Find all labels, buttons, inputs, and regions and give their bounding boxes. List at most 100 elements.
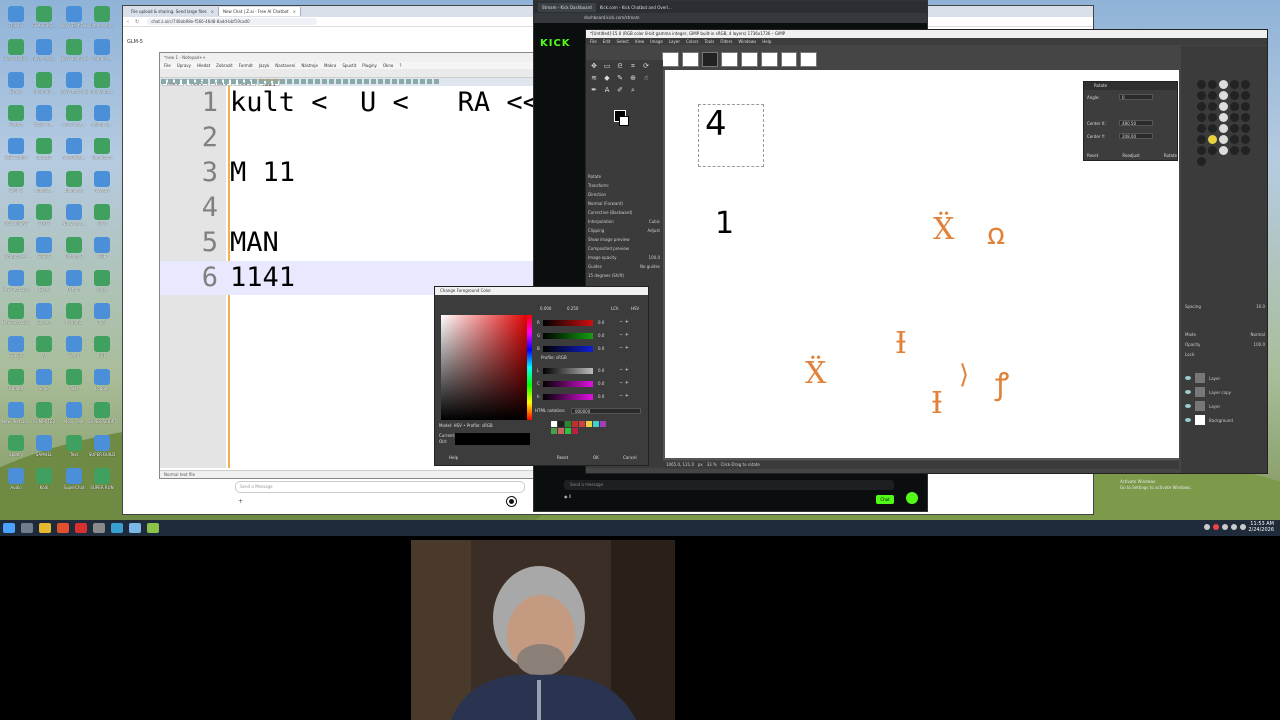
toolbar-button-icon[interactable]: [392, 79, 397, 84]
browser-tab-active[interactable]: New Chat | Z.ai - Free AI Chatbot ×: [218, 7, 301, 16]
brush-preset[interactable]: [1241, 124, 1250, 133]
brush-preset[interactable]: [1230, 113, 1239, 122]
brush-preset[interactable]: [1230, 80, 1239, 89]
angle-field[interactable]: 0: [1119, 94, 1153, 100]
mode-select[interactable]: Normal: [1251, 332, 1265, 337]
hex-input[interactable]: 000000: [571, 408, 641, 414]
toolbar-button-icon[interactable]: [280, 79, 285, 84]
menu-item[interactable]: Zobrazit: [216, 63, 233, 68]
desktop-shortcut[interactable]: Nový Text Dokument: [60, 6, 88, 28]
background-color[interactable]: [619, 116, 629, 126]
attach-plus-button[interactable]: +: [238, 498, 243, 505]
path-icon[interactable]: ✒: [589, 86, 599, 95]
desktop-shortcut[interactable]: novy_text_jako...: [60, 72, 88, 94]
toolbar-button-icon[interactable]: [252, 79, 257, 84]
gimp-menu-item[interactable]: Image: [650, 39, 663, 44]
channel-slider[interactable]: [543, 346, 593, 352]
history-swatch[interactable]: [551, 421, 557, 427]
desktop-shortcut[interactable]: DOCUMENT: [2, 204, 30, 226]
desktop-shortcut[interactable]: SPECS: [30, 237, 58, 259]
desktop-shortcut[interactable]: SUPER SCRIPT: [88, 402, 116, 424]
kick-logo[interactable]: KICK: [540, 38, 571, 49]
image-thumb[interactable]: [780, 52, 798, 67]
kick-chat-button[interactable]: Chat: [876, 495, 894, 504]
center-x-field[interactable]: 480.50: [1119, 120, 1153, 126]
interpolation-select[interactable]: Cubic: [649, 217, 660, 226]
toolbar-button-icon[interactable]: [336, 79, 341, 84]
gimp-menu-item[interactable]: Tools: [705, 39, 715, 44]
editor-line[interactable]: 5 MAN: [160, 226, 588, 260]
composited-checkbox[interactable]: Composited preview: [588, 244, 660, 253]
channel-value[interactable]: 0.0: [598, 320, 604, 325]
zoom-icon[interactable]: ⌕: [628, 86, 638, 95]
desktop-shortcut[interactable]: pdfsplit...: [30, 171, 58, 193]
toolbar-button-icon[interactable]: [301, 79, 306, 84]
desktop-shortcut[interactable]: Firefox: [2, 105, 30, 127]
toolbar-button-icon[interactable]: [385, 79, 390, 84]
tab-hsv[interactable]: HSV: [631, 306, 639, 311]
gimp-menu-item[interactable]: File: [590, 39, 597, 44]
center-y-field[interactable]: 208.00: [1119, 133, 1153, 139]
python-icon[interactable]: [111, 523, 123, 533]
desktop-shortcut[interactable]: Kodi: [30, 468, 58, 490]
menu-item[interactable]: Formát: [239, 63, 253, 68]
toolbar-button-icon[interactable]: [399, 79, 404, 84]
gimp-menu-item[interactable]: Filters: [720, 39, 732, 44]
layer-row[interactable]: Layer: [1185, 371, 1265, 385]
stepper-icon[interactable]: − +: [619, 393, 629, 399]
desktop-shortcut[interactable]: Python 3: [60, 237, 88, 259]
brush-preset[interactable]: [1219, 113, 1228, 122]
address-bar[interactable]: chat.z.ai/c/748ab98e-f566-46d8-8add-bbf1…: [147, 18, 318, 25]
rect-select-icon[interactable]: ▭: [602, 62, 612, 71]
desktop-shortcut[interactable]: Bandicam: [88, 138, 116, 160]
brush-preset[interactable]: [1208, 135, 1217, 144]
desktop-shortcut[interactable]: New Text Docume...: [2, 270, 30, 292]
hue-strip[interactable]: [527, 315, 532, 420]
gimp-menu-item[interactable]: Help: [762, 39, 771, 44]
toolbar-button-icon[interactable]: [175, 79, 180, 84]
desktop-shortcut[interactable]: SUPER: [2, 336, 30, 358]
menu-item[interactable]: ?: [399, 63, 401, 68]
reload-icon[interactable]: ↻: [135, 19, 139, 25]
brush-preset[interactable]: [1241, 135, 1250, 144]
toolbar-button-icon[interactable]: [210, 79, 215, 84]
history-swatch[interactable]: [558, 421, 564, 427]
desktop-shortcut[interactable]: prekladac...: [88, 72, 116, 94]
toolbar-button-icon[interactable]: [245, 79, 250, 84]
toolbar-button-icon[interactable]: [329, 79, 334, 84]
desktop-shortcut[interactable]: PDF: [88, 336, 116, 358]
desktop-shortcut[interactable]: neimg_d...: [88, 105, 116, 127]
brush-preset[interactable]: [1208, 113, 1217, 122]
toolbar-button-icon[interactable]: [231, 79, 236, 84]
toolbar-button-icon[interactable]: [217, 79, 222, 84]
pencil-icon[interactable]: ✎: [615, 74, 625, 83]
toolbar-button-icon[interactable]: [434, 79, 439, 84]
chat-input[interactable]: Send a Message: [235, 481, 525, 493]
image-thumb[interactable]: [800, 52, 817, 67]
toolbar-button-icon[interactable]: [189, 79, 194, 84]
gimp-menu-item[interactable]: View: [635, 39, 645, 44]
desktop-shortcut[interactable]: Screen: [30, 303, 58, 325]
desktop-shortcut[interactable]: novyTekst...: [60, 138, 88, 160]
toolbar-button-icon[interactable]: [168, 79, 173, 84]
ok-button[interactable]: OK: [593, 455, 599, 460]
channel-slider[interactable]: [543, 394, 593, 400]
help-button[interactable]: Help: [449, 455, 458, 460]
desktop-shortcut[interactable]: novy text...: [60, 105, 88, 127]
toolbar-button-icon[interactable]: [406, 79, 411, 84]
desktop-shortcut[interactable]: Text: [60, 435, 88, 457]
channel-value[interactable]: 0.0: [598, 394, 604, 399]
channel-value[interactable]: 0.0: [598, 333, 604, 338]
opacity-field[interactable]: 100.0: [649, 253, 660, 262]
brush-preset[interactable]: [1230, 124, 1239, 133]
menu-item[interactable]: Pluginy: [362, 63, 377, 68]
desktop-shortcut[interactable]: Nový Text Dokume...: [60, 39, 88, 61]
text-tool-icon[interactable]: A: [602, 86, 612, 95]
kick-message-input[interactable]: Send a message: [564, 480, 894, 490]
toolbar-button-icon[interactable]: [343, 79, 348, 84]
channel-slider[interactable]: [543, 333, 593, 339]
desktop-shortcut[interactable]: Notepad++: [2, 237, 30, 259]
brush-preset[interactable]: [1197, 113, 1206, 122]
desktop-shortcut[interactable]: Excel: [30, 270, 58, 292]
stepper-icon[interactable]: − +: [619, 367, 629, 373]
